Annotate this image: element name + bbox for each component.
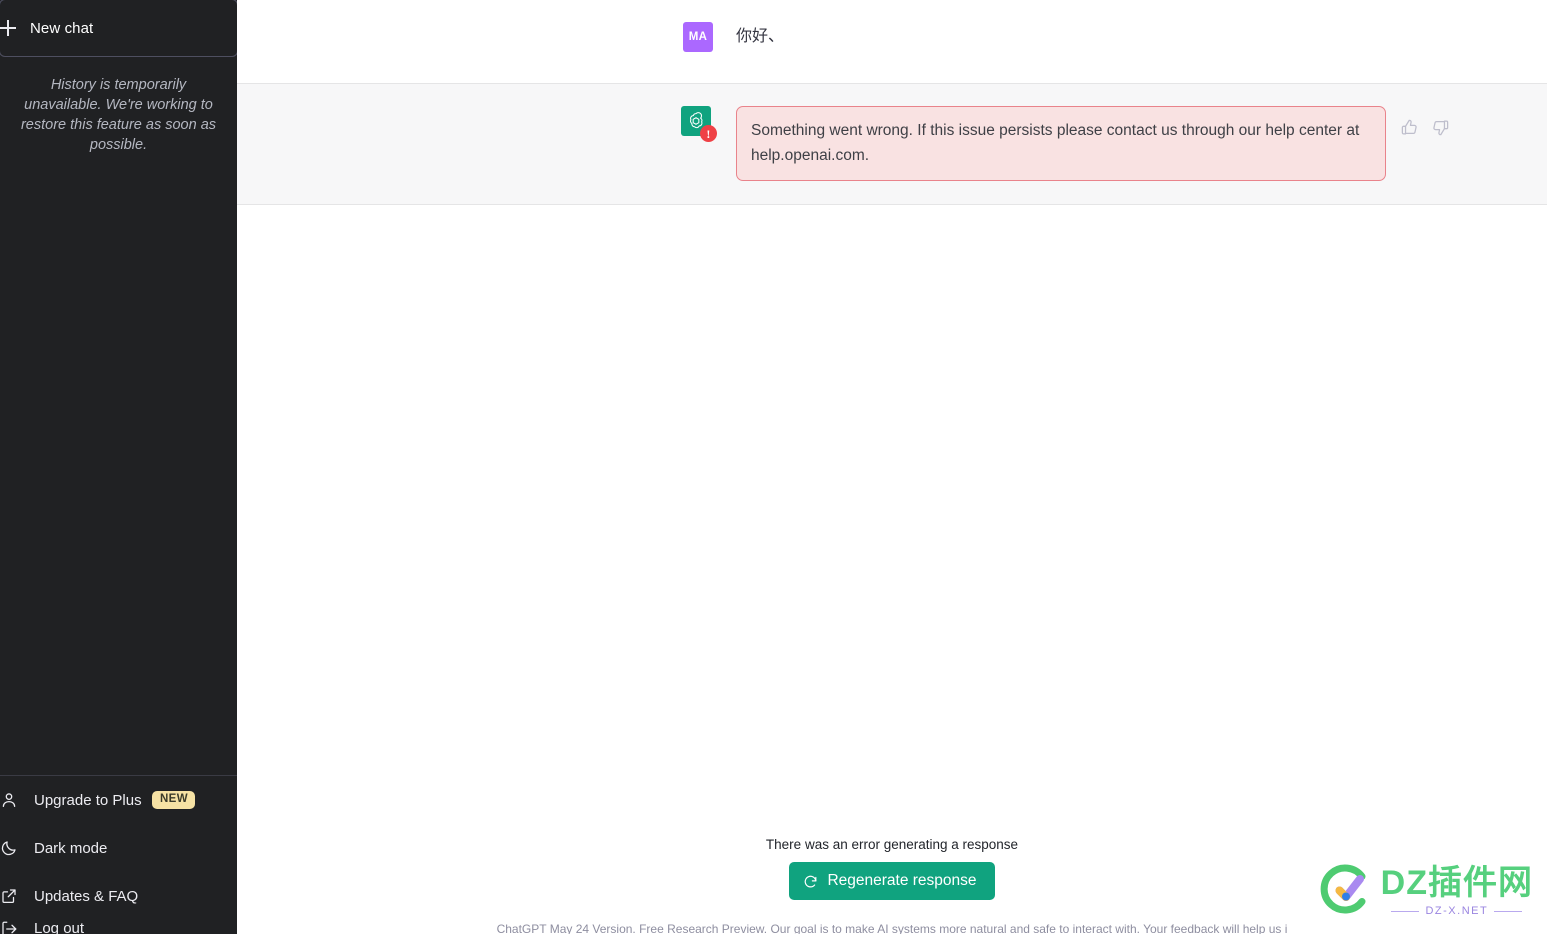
sidebar-item-dark-mode[interactable]: Dark mode [0, 824, 237, 872]
moon-icon [0, 839, 18, 857]
status-badge: NEW [151, 791, 195, 809]
regenerate-response-button[interactable]: Regenerate response [789, 862, 995, 900]
regenerate-response-label: Regenerate response [827, 872, 977, 889]
error-message-box: Something went wrong. If this issue pers… [736, 106, 1386, 181]
new-chat-label: New chat [30, 19, 94, 37]
disclaimer-text: ChatGPT May 24 Version. Free Research Pr… [496, 922, 1288, 934]
sidebar-item-label: Upgrade to Plus [34, 791, 142, 809]
main-content: MA 你好、 ! Something went wrong. If this i… [237, 0, 1547, 934]
message-inner: MA 你好、 [237, 0, 1547, 83]
plus-icon [0, 20, 16, 36]
person-icon [0, 791, 18, 809]
history-unavailable-note: History is temporarily unavailable. We'r… [20, 77, 217, 153]
sidebar-item-upgrade-to-plus[interactable]: Upgrade to Plus NEW [0, 776, 237, 824]
feedback-controls [1400, 118, 1450, 137]
message-inner: ! Something went wrong. If this issue pe… [237, 84, 1547, 204]
external-link-icon [0, 887, 18, 905]
sidebar-history-list [0, 155, 237, 775]
generation-error-note: There was an error generating a response [765, 837, 1019, 852]
composer-footer: There was an error generating a response… [237, 837, 1547, 934]
error-badge-icon: ! [700, 125, 717, 142]
sidebar-footer: Upgrade to Plus NEW Dark mode Updates & [0, 775, 237, 934]
app-root: New chat History is temporarily unavaila… [0, 0, 1547, 934]
sidebar-item-label: Log out [34, 920, 85, 934]
thumbs-down-icon[interactable] [1431, 118, 1450, 137]
user-message-text: 你好、 [736, 28, 785, 45]
user-avatar: MA [683, 22, 713, 52]
avatar: MA [683, 22, 713, 52]
avatar: ! [681, 106, 717, 142]
assistant-avatar: ! [681, 106, 717, 142]
message-row-user: MA 你好、 [237, 0, 1547, 83]
sidebar-item-label: Dark mode [34, 839, 108, 857]
new-chat-button[interactable]: New chat [0, 0, 238, 57]
sidebar-item-updates-faq[interactable]: Updates & FAQ [0, 872, 237, 920]
sidebar: New chat History is temporarily unavaila… [0, 0, 238, 934]
message-row-assistant: ! Something went wrong. If this issue pe… [237, 83, 1547, 205]
logout-icon [0, 920, 18, 934]
sidebar-item-label: Updates & FAQ [34, 887, 139, 905]
refresh-icon [803, 874, 818, 889]
thumbs-up-icon[interactable] [1400, 118, 1419, 137]
sidebar-item-log-out[interactable]: Log out [0, 920, 237, 934]
